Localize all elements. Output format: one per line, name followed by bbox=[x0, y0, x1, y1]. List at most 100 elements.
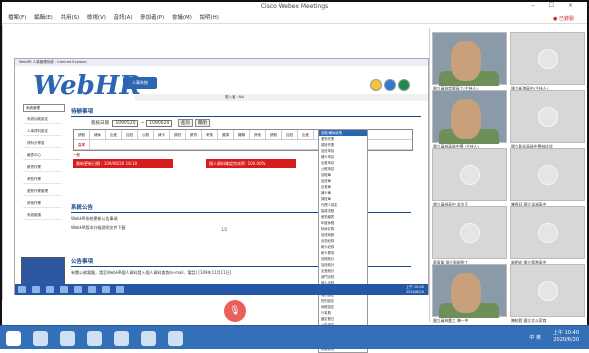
home-icon[interactable] bbox=[370, 79, 382, 91]
participant-tile[interactable]: 蔡東榮 國立彰師附工 bbox=[432, 206, 507, 265]
participant-face bbox=[451, 273, 481, 313]
grid-header: 補卡 bbox=[154, 130, 170, 139]
grid-header: 出差 bbox=[106, 130, 122, 139]
todo-title: 待辦事項 bbox=[71, 107, 421, 117]
explorer-icon[interactable] bbox=[74, 286, 82, 293]
participant-tile[interactable]: 謝明宏 國立鹿港高中 bbox=[510, 206, 585, 265]
record-icon: ● bbox=[553, 16, 558, 22]
avatar-icon bbox=[538, 223, 558, 243]
menu-meeting[interactable]: 會議(M) bbox=[172, 13, 192, 24]
sidebar-item[interactable]: 其他作業 bbox=[23, 198, 61, 208]
participant-tile[interactable]: 國立員林崇實高工(主持人) bbox=[432, 32, 507, 91]
ie-icon[interactable] bbox=[33, 331, 48, 346]
participant-tile[interactable]: 國立彰化高級中學林佳欣 bbox=[510, 90, 585, 149]
login-strip: 登入者 : NA bbox=[135, 94, 428, 101]
pagination[interactable]: 1/2 bbox=[221, 227, 227, 232]
menu-participant[interactable]: 參加者(P) bbox=[140, 13, 164, 24]
notice-date: [109年11月11日] bbox=[198, 270, 232, 275]
folder-icon[interactable] bbox=[60, 331, 75, 346]
avatar-icon bbox=[538, 107, 558, 127]
system-tray[interactable]: 中 英 bbox=[529, 334, 541, 341]
completion-banner: 個人資料確認完成率: 100.00% bbox=[206, 159, 296, 168]
participant-name: 國立員林農工 陳一中 bbox=[433, 318, 469, 323]
store-icon[interactable] bbox=[88, 286, 96, 293]
menu-view[interactable]: 檢視(V) bbox=[87, 13, 106, 24]
row-label-general: 一般 bbox=[73, 153, 80, 157]
mute-button[interactable]: 🎙 bbox=[224, 300, 246, 322]
participant-face bbox=[451, 41, 481, 81]
logout-icon[interactable] bbox=[398, 79, 410, 91]
participant-tile[interactable]: 陳彥廷 國立溪湖高中 bbox=[510, 148, 585, 207]
participant-panel: 國立員林崇實高工(主持人) 國立新港高中(主持人) 國立員林高級中學 (主持人) 國立… bbox=[429, 28, 587, 323]
menu-audio[interactable]: 音訊(A) bbox=[113, 13, 132, 24]
grid-header: 考核 bbox=[202, 130, 218, 139]
start-icon[interactable] bbox=[6, 331, 21, 346]
webex-icon[interactable] bbox=[141, 331, 156, 346]
grid-header: 調班 bbox=[170, 130, 186, 139]
title-bar: Cisco Webex Meetings bbox=[2, 2, 587, 12]
main-content: 待辦事項 簽核日期 1090520 ~1090620 查詢 關閉 請假 補休 出差 加班公… bbox=[71, 107, 421, 292]
sidebar-item[interactable]: 人事資料設定 bbox=[23, 126, 61, 136]
window-title: Cisco Webex Meetings bbox=[260, 3, 329, 10]
dropdown-menu: 請假/補休狀態 差勤作業 調班作業 加班申請 補卡申請 出差申請 公假申請 請假單 加班單 出差單… bbox=[318, 129, 368, 353]
recording-indicator[interactable]: ● 已錄製 bbox=[553, 15, 574, 22]
avatar-icon bbox=[460, 223, 480, 243]
date-filter: 簽核日期 1090520 ~1090620 查詢 關閉 bbox=[91, 119, 210, 127]
sidebar-item[interactable]: 系統功能設定 bbox=[23, 114, 61, 124]
ie-icon[interactable] bbox=[102, 286, 110, 293]
remote-taskbar: 上午 10:40 2020/6/20 bbox=[15, 284, 428, 295]
start-icon[interactable] bbox=[18, 286, 26, 293]
sidebar-item[interactable]: 考勤作業 bbox=[23, 174, 61, 184]
menu-share[interactable]: 共用(S) bbox=[60, 13, 79, 24]
search-icon[interactable] bbox=[32, 286, 40, 293]
logo-badge: 人事系統 bbox=[123, 77, 157, 89]
menu-file[interactable]: 檔案(F) bbox=[8, 13, 26, 24]
participant-name: 陳柏毅 國立北斗家商 bbox=[511, 318, 547, 323]
browser-title: WebHR 人事管理系統 - Internet Explorer bbox=[15, 59, 428, 66]
windows-taskbar: 中 英 上午 10:40 2020/6/20 bbox=[0, 325, 589, 349]
taskview-icon[interactable] bbox=[46, 286, 54, 293]
mail-icon[interactable] bbox=[116, 286, 124, 293]
sidebar-item[interactable]: 差勤作業管理 bbox=[23, 186, 61, 196]
clock[interactable]: 上午 10:40 2020/6/20 bbox=[553, 330, 579, 344]
grid-header: 請假 bbox=[266, 130, 282, 139]
grid-header: 補休 bbox=[90, 130, 106, 139]
sidebar-item[interactable]: 資料分享區 bbox=[23, 138, 61, 148]
browser-window: WebHR 人事管理系統 - Internet Explorer WebHR 人… bbox=[14, 58, 429, 353]
row-label[interactable]: 直屬 bbox=[74, 140, 90, 149]
date-to-input[interactable]: 1090620 bbox=[146, 120, 173, 127]
help-icon[interactable] bbox=[384, 79, 396, 91]
word-icon[interactable] bbox=[168, 331, 183, 346]
window-controls[interactable]: ‒ ☐ × bbox=[531, 2, 579, 9]
grid-header: 遷調 bbox=[218, 130, 234, 139]
date-from-input[interactable]: 1090520 bbox=[112, 120, 139, 127]
update-date-banner: 最新更新日期 : 109/06/20 18:10 bbox=[73, 159, 173, 168]
grid-header: 請假 bbox=[74, 130, 90, 139]
grid-header: 出差 bbox=[298, 130, 314, 139]
sidebar-item[interactable]: 薪資作業 bbox=[23, 162, 61, 172]
chrome-icon[interactable] bbox=[114, 331, 129, 346]
sidebar-item[interactable]: 報表中心 bbox=[23, 150, 61, 160]
shortcut-icons bbox=[370, 79, 412, 93]
avatar-icon bbox=[538, 49, 558, 69]
menu-bar: 檔案(F) 編輯(E) 共用(S) 檢視(V) 音訊(A) 參加者(P) 會議(… bbox=[2, 13, 587, 24]
participant-tile[interactable]: 國立員林高級中學 (主持人) bbox=[432, 90, 507, 149]
avatar-icon bbox=[538, 281, 558, 301]
participant-tile[interactable]: 國立員林農工 陳一中 bbox=[432, 264, 507, 323]
system-select[interactable]: 系統管理 bbox=[23, 104, 65, 112]
grid-header: 離職 bbox=[234, 130, 250, 139]
media-icon[interactable] bbox=[87, 331, 102, 346]
participant-tile[interactable]: 國立新港高中(主持人) bbox=[510, 32, 585, 91]
participant-face bbox=[451, 99, 481, 139]
menu-edit[interactable]: 編輯(E) bbox=[34, 13, 53, 24]
edge-icon[interactable] bbox=[60, 286, 68, 293]
participant-tile[interactable]: 陳柏毅 國立北斗家商 bbox=[510, 264, 585, 323]
close-button[interactable]: 關閉 bbox=[194, 119, 210, 127]
participant-tile[interactable]: 國立員林高中 吳文正 bbox=[432, 148, 507, 207]
microphone-icon: 🎙 bbox=[229, 306, 241, 316]
menu-help[interactable]: 說明(H) bbox=[199, 13, 218, 24]
grid-header: 薪資 bbox=[186, 130, 202, 139]
grid-header: 其他 bbox=[250, 130, 266, 139]
sidebar-item[interactable]: 系統維護 bbox=[23, 210, 61, 220]
query-button[interactable]: 查詢 bbox=[177, 119, 193, 127]
